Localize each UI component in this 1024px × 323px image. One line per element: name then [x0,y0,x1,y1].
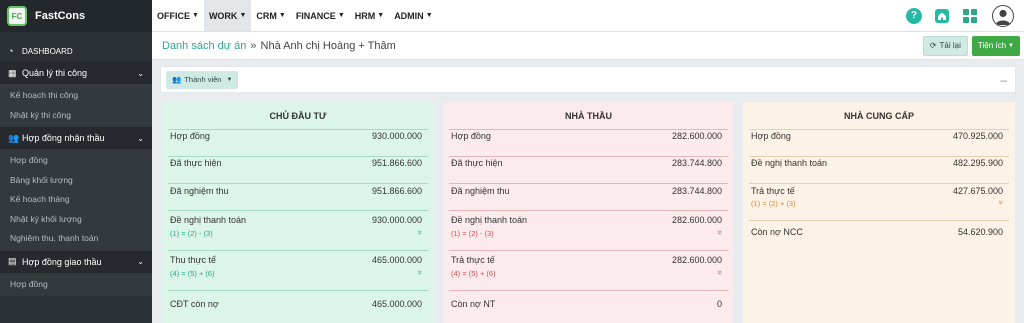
summary-row[interactable]: Trả thực tế 282.600.000 (4) = (5) + (6) … [449,250,728,290]
help-button[interactable]: ? [906,7,922,24]
caret-down-icon: ▼ [425,12,433,19]
panel-title: CHỦ ĐẦU TƯ [269,111,327,121]
summary-row: Đề nghị thanh toán 482.295.900 [749,156,1009,183]
sidebar-section-receiving-contracts[interactable]: 👥 Hợp đồng nhận thầu ⌄ [0,127,152,149]
panel-title: NHÀ THẦU [565,111,612,121]
sidebar-section-label: Quản lý thi công [22,68,88,78]
caret-down-icon: ▼ [239,12,247,19]
summary-row[interactable]: Đề nghị thanh toán 282.600.000 (1) = (2)… [449,210,728,250]
formula-text: (1) = (2) + (3) [751,199,796,208]
summary-row[interactable]: Đề nghị thanh toán 930.000.000 (1) = (2)… [168,210,428,250]
panel-title: NHÀ CUNG CẤP [843,111,914,121]
breadcrumb-project-list[interactable]: Danh sách dự án [162,40,246,52]
sidebar-item-construction-plan[interactable]: Kế hoạch thi công [0,86,152,106]
summary-row[interactable]: Trả thực tế 427.675.000 (1) = (2) + (3) … [749,183,1009,220]
summary-row: Hợp đồng 470.925.000 [749,129,1009,156]
collapse-icon[interactable]: – [1000,73,1007,87]
utilities-button[interactable]: Tiện ích ▼ [971,35,1020,56]
double-chevron-down-icon[interactable]: » [415,270,424,274]
caret-down-icon: ▼ [1008,42,1014,49]
sidebar-section-label: Hợp đồng giao thầu [22,256,102,267]
double-chevron-down-icon[interactable]: » [415,230,424,234]
summary-row: CĐT còn nợ 465.000.000 [168,290,428,317]
breadcrumb-separator: » [250,39,257,52]
submenu-assigning-contracts: Hợp đồng [0,272,152,296]
owner-panel: CHỦ ĐẦU TƯ Hợp đồng 930.000.000 Đã thực … [162,102,434,323]
sidebar-item-acceptance-payment[interactable]: Nghiệm thu, thanh toán [0,229,152,249]
summary-row: Đã thực hiện 951.866.600 [168,156,428,183]
sidebar-item-quantity-table[interactable]: Bảng khối lượng [0,171,152,191]
formula-text: (1) = (2) - (3) [451,229,494,238]
member-dropdown[interactable]: 👥 Thành viên ▼ [166,70,239,89]
contractor-panel: NHÀ THẦU Hợp đồng 282.600.000 Đã thực hi… [443,102,734,323]
double-chevron-down-icon[interactable]: » [715,230,724,234]
home-icon [935,8,949,23]
logo: FC [7,6,27,26]
formula-text: (4) = (5) + (6) [451,269,496,278]
caret-down-icon: ▼ [337,12,345,19]
caret-down-icon: ▼ [377,12,385,19]
avatar[interactable] [992,4,1014,27]
menu-admin[interactable]: ADMIN ▼ [389,0,437,31]
submenu-receiving-contracts: Hợp đồng Bảng khối lượng Kế hoạch tháng … [0,149,152,251]
menu-hrm[interactable]: HRM ▼ [350,0,389,31]
menu-finance[interactable]: FINANCE ▼ [291,0,350,31]
sidebar-section-construction[interactable]: ▦ Quản lý thi công ⌄ [0,62,152,84]
main-menu: OFFICE ▼ WORK ▼ CRM ▼ FINANCE ▼ HRM ▼ ADMIN ▼ [152,0,438,31]
top-navbar: OFFICE ▼ WORK ▼ CRM ▼ FINANCE ▼ HRM ▼ ADMIN ▼ … [152,0,1024,32]
formula-text: (1) = (2) - (3) [170,229,213,238]
help-icon: ? [906,7,922,24]
sidebar-item-monthly-plan[interactable]: Kế hoạch tháng [0,190,152,210]
page-actions: ⟳ Tải lại Tiện ích ▼ [922,35,1024,56]
page-title: Nhà Anh chị Hoàng + Thâm [260,39,396,52]
caret-down-icon: ▼ [226,76,233,83]
page-header: Danh sách dự án » Nhà Anh chị Hoàng + Th… [152,32,1024,60]
chevron-down-icon: ⌄ [137,68,144,78]
sidebar-item-contract[interactable]: Hợp đồng [0,151,152,171]
apps-button[interactable] [962,8,978,24]
sidebar-section-label: Hợp đồng nhận thầu [22,133,105,143]
user-icon [995,9,1011,25]
reload-button[interactable]: ⟳ Tải lại [922,35,968,56]
caret-down-icon: ▼ [278,12,286,19]
chevron-down-icon: ⌄ [137,133,144,143]
summary-row: Hợp đồng 930.000.000 [168,129,428,156]
brand[interactable]: FC FastCons [0,0,152,32]
submenu-construction: Kế hoạch thi công Nhật ký thi công [0,84,152,127]
sidebar-item-dashboard[interactable]: ◔ DASHBOARD [0,40,152,62]
home-button[interactable] [934,8,950,24]
users-icon: 👥 [8,132,20,143]
refresh-icon: ⟳ [929,41,937,50]
dashboard-icon: ◔ [8,46,14,56]
top-icons: ? [894,0,1024,31]
chevron-down-icon: ⌄ [137,257,144,266]
caret-down-icon: ▼ [192,12,199,19]
summary-row: Đã nghiệm thu 283.744.800 [449,183,728,210]
brand-name: FastCons [35,10,86,22]
formula-text: (4) = (5) + (6) [170,269,215,278]
sidebar: FC FastCons ◔ DASHBOARD ▦ Quản lý thi cô… [0,0,152,323]
users-icon: 👥 [172,75,182,84]
summary-row[interactable]: Thu thực tế 465.000.000 (4) = (5) + (6) … [168,250,428,290]
grid-icon [963,8,977,23]
sidebar-item-construction-log[interactable]: Nhật ký thi công [0,106,152,126]
menu-office[interactable]: OFFICE ▼ [152,0,204,31]
menu-work[interactable]: WORK ▼ [203,0,252,31]
double-chevron-down-icon[interactable]: » [996,200,1005,204]
double-chevron-down-icon[interactable]: » [715,270,724,274]
summary-row: Còn nợ NT 0 [449,290,728,317]
summary-row: Hợp đồng 282.600.000 [449,129,728,156]
document-icon: ▤ [8,256,17,266]
menu-crm[interactable]: CRM ▼ [251,0,290,31]
summary-row: Đã nghiệm thu 951.866.600 [168,183,428,210]
filter-bar: 👥 Thành viên ▼ – [160,66,1016,93]
summary-row: Còn nợ NCC 54.620.900 [749,220,1009,247]
sidebar-section-assigning-contracts[interactable]: ▤ Hợp đồng giao thầu ⌄ [0,250,152,273]
sidebar-item-contract[interactable]: Hợp đồng [0,275,152,295]
supplier-panel: NHÀ CUNG CẤP Hợp đồng 470.925.000 Đề ngh… [743,102,1015,323]
sidebar-item-label: DASHBOARD [22,46,73,56]
table-icon: ▦ [8,67,17,78]
sidebar-item-quantity-log[interactable]: Nhật ký khối lượng [0,210,152,230]
summary-row: Đã thực hiện 283.744.800 [449,156,728,183]
